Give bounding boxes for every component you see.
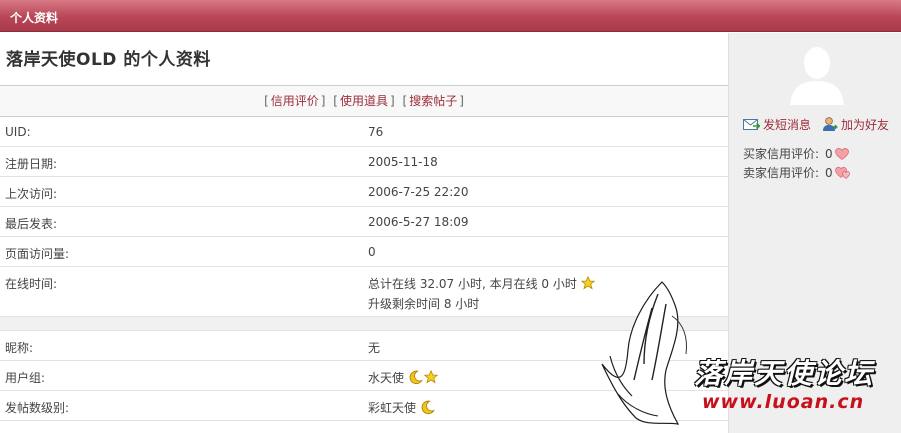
credit-rating-link[interactable]: 信用评价 (271, 94, 319, 108)
add-friend-icon (822, 117, 838, 132)
heart-icon (834, 166, 851, 182)
last-visit-label: 上次访问: (5, 187, 58, 201)
use-props-link[interactable]: 使用道具 (340, 94, 388, 108)
page-views-value: 0 (368, 245, 376, 259)
nickname-label: 昵称: (5, 341, 34, 355)
seller-credit-value: 0 (825, 166, 833, 180)
nickname-value: 无 (368, 341, 381, 355)
row-last-visit: 上次访问: 2006-7-25 22:20 (0, 177, 728, 207)
header-title: 个人资料 (10, 11, 59, 25)
star-icon (580, 275, 596, 293)
online-time-text: 总计在线 32.07 小时, 本月在线 0 小时 (368, 277, 577, 291)
seller-credit: 卖家信用评价: 0 (743, 164, 851, 182)
watermark-forum-name: 落岸天使论坛 (694, 357, 875, 390)
row-nickname: 昵称: 无 (0, 331, 728, 361)
upgrade-time-value: 升级剩余时间 8 小时 (368, 297, 480, 311)
online-time-label: 在线时间: (5, 277, 58, 291)
uid-value: 76 (368, 125, 384, 139)
row-online-time: 在线时间: 总计在线 32.07 小时, 本月在线 0 小时 升级剩余时间 8 … (0, 267, 728, 317)
profile-main: 落岸天使OLD 的个人资料 [信用评价] [使用道具] [搜索帖子] UID: … (0, 33, 728, 433)
row-user-group: 用户组: 水天使 (0, 361, 728, 391)
moon-icon (408, 370, 423, 388)
message-icon (743, 118, 761, 132)
post-level-text: 彩虹天使 (368, 401, 417, 415)
row-uid: UID: 76 (0, 117, 728, 147)
row-post-level: 发帖数级别: 彩虹天使 (0, 391, 728, 421)
post-level-value: 彩虹天使 (368, 399, 435, 418)
uid-label: UID: (5, 125, 31, 139)
last-post-value: 2006-5-27 18:09 (368, 215, 469, 229)
header-bar: 个人资料 (0, 0, 901, 32)
send-message-label: 发短消息 (763, 118, 812, 132)
register-date-value: 2005-11-18 (368, 155, 438, 169)
watermark-url: www.luoan.cn (702, 391, 865, 413)
register-date-label: 注册日期: (5, 157, 58, 171)
last-visit-value: 2006-7-25 22:20 (368, 185, 469, 199)
seller-credit-label: 卖家信用评价: (743, 166, 820, 180)
send-message-button[interactable]: 发短消息 (743, 116, 811, 133)
add-friend-button[interactable]: 加为好友 (822, 116, 889, 133)
search-posts-link[interactable]: 搜索帖子 (409, 94, 457, 108)
user-group-label: 用户组: (5, 371, 46, 385)
avatar-placeholder (786, 41, 848, 105)
user-group-value: 水天使 (368, 369, 439, 388)
last-post-label: 最后发表: (5, 217, 58, 231)
action-bar: [信用评价] [使用道具] [搜索帖子] (0, 85, 728, 117)
buyer-credit-label: 买家信用评价: (743, 147, 820, 161)
moon-icon (420, 400, 435, 418)
heart-icon (834, 148, 849, 163)
buyer-credit: 买家信用评价: 0 (743, 145, 849, 163)
buyer-credit-value: 0 (825, 147, 833, 161)
row-register-date: 注册日期: 2005-11-18 (0, 147, 728, 177)
row-last-post: 最后发表: 2006-5-27 18:09 (0, 207, 728, 237)
add-friend-label: 加为好友 (841, 118, 890, 132)
section-divider (0, 317, 728, 331)
post-level-label: 发帖数级别: (5, 401, 70, 415)
user-group-text: 水天使 (368, 371, 405, 385)
star-icon (423, 369, 439, 387)
row-page-views: 页面访问量: 0 (0, 237, 728, 267)
online-time-value: 总计在线 32.07 小时, 本月在线 0 小时 (368, 275, 596, 293)
page-views-label: 页面访问量: (5, 247, 70, 261)
page-title: 落岸天使OLD 的个人资料 (6, 50, 211, 70)
